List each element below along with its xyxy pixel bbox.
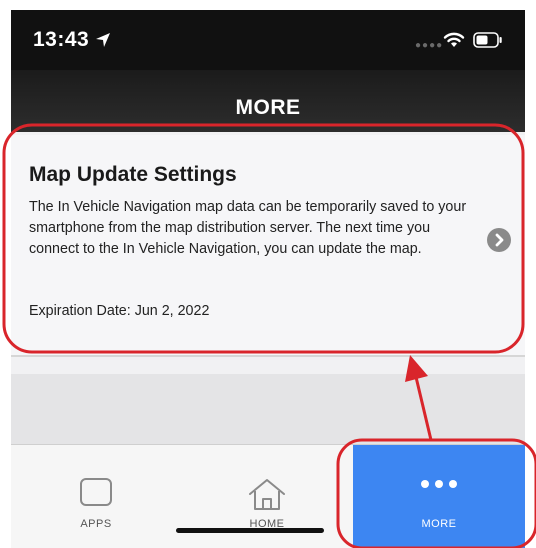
tab-more-label: MORE [421, 518, 457, 530]
navigation-bar: MORE [11, 70, 525, 132]
chevron-right-icon[interactable] [487, 228, 511, 252]
signal-dots-icon: ●●●● [415, 40, 444, 51]
card-title: Map Update Settings [29, 163, 237, 186]
map-update-settings-item[interactable]: Map Update Settings The In Vehicle Navig… [11, 135, 525, 357]
page-title: MORE [235, 96, 301, 119]
battery-icon [473, 32, 502, 48]
wifi-icon [443, 32, 465, 47]
more-icon [421, 480, 457, 488]
tab-apps-label: APPS [80, 518, 112, 530]
empty-list-row [11, 374, 525, 444]
status-bar: 13:43 ●●●● [11, 10, 525, 70]
tab-more[interactable]: MORE [353, 445, 525, 548]
expiration-date: Expiration Date: Jun 2, 2022 [29, 303, 210, 319]
home-icon [249, 479, 285, 510]
phone-screen: 13:43 ●●●● MORE Map Update Settings The … [11, 10, 525, 548]
card-description: The In Vehicle Navigation map data can b… [29, 199, 467, 257]
status-time: 13:43 [33, 28, 90, 51]
apps-icon [80, 478, 112, 506]
home-indicator [176, 528, 324, 533]
tab-apps[interactable]: APPS [11, 445, 181, 548]
location-arrow-icon [96, 33, 110, 47]
